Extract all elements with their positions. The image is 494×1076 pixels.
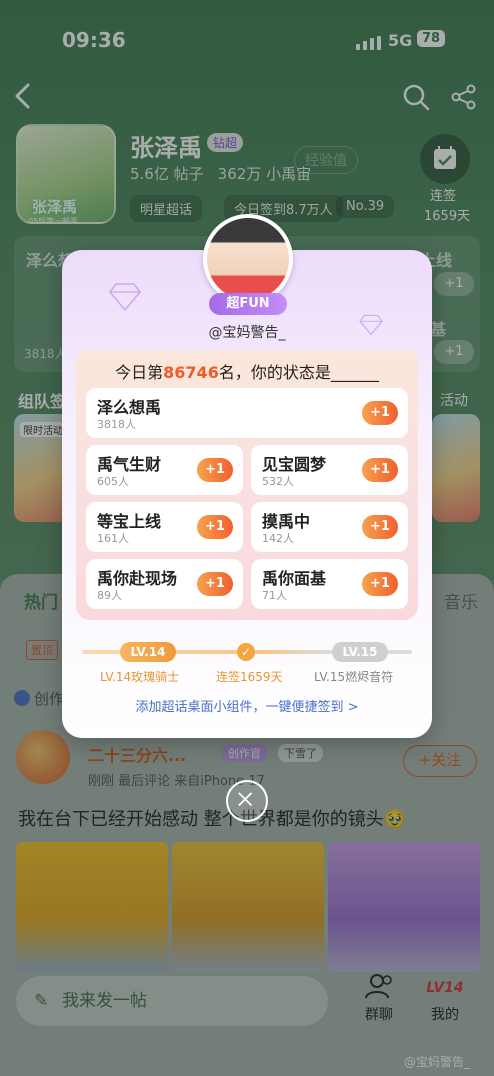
close-modal-button[interactable]: [226, 780, 268, 822]
add-widget-link[interactable]: 添加超话桌面小组件，一键便捷签到 >: [62, 696, 432, 715]
plus-one-button[interactable]: +1: [197, 458, 233, 482]
current-level-caption: LV.14玫瑰骑士: [100, 670, 180, 684]
plus-one-button[interactable]: +1: [362, 515, 398, 539]
user-avatar: [203, 214, 293, 304]
next-level-pill: LV.15: [332, 642, 388, 662]
level-progress: LV.14 ✓ LV.15 LV.14玫瑰骑士 连签1659天 LV.15燃烬音…: [82, 642, 412, 702]
rank-number: 86746: [163, 363, 219, 382]
status-option-count: 532人: [262, 475, 294, 488]
status-option[interactable]: 禹你赴现场 89人 +1: [86, 559, 243, 609]
streak-caption: 连签1659天: [216, 670, 283, 684]
plus-one-button[interactable]: +1: [197, 515, 233, 539]
gem-decoration-icon: [109, 283, 141, 312]
modal-username: @宝妈警告_: [208, 325, 286, 341]
status-option-count: 71人: [262, 589, 287, 602]
status-option-count: 89人: [97, 589, 122, 602]
status-panel: 今日第86746名，你的状态是______ 泽么想禹 3818人 +1 禹气生财…: [76, 350, 418, 620]
status-option[interactable]: 禹你面基 71人 +1: [251, 559, 408, 609]
checkin-modal: 超FUN @宝妈警告_ 今日第86746名，你的状态是______ 泽么想禹 3…: [62, 214, 432, 738]
status-option-count: 605人: [97, 475, 129, 488]
status-option-label: 禹气生财: [97, 455, 162, 474]
check-icon: ✓: [237, 643, 255, 661]
prompt-suffix: 名，你的状态是______: [218, 363, 379, 382]
status-prompt: 今日第86746名，你的状态是______: [76, 359, 418, 383]
status-option-count: 161人: [97, 532, 129, 545]
status-option-label: 摸禹中: [262, 512, 311, 531]
plus-one-button[interactable]: +1: [362, 572, 398, 596]
plus-one-button[interactable]: +1: [362, 401, 398, 425]
fun-badge: 超FUN: [209, 293, 287, 315]
status-option[interactable]: 泽么想禹 3818人 +1: [86, 388, 408, 438]
current-level-pill: LV.14: [120, 642, 176, 662]
status-option[interactable]: 等宝上线 161人 +1: [86, 502, 243, 552]
plus-one-button[interactable]: +1: [197, 572, 233, 596]
status-option[interactable]: 摸禹中 142人 +1: [251, 502, 408, 552]
status-option[interactable]: 见宝圆梦 532人 +1: [251, 445, 408, 495]
status-option-label: 见宝圆梦: [262, 455, 327, 474]
status-option[interactable]: 禹气生财 605人 +1: [86, 445, 243, 495]
prompt-prefix: 今日第: [115, 363, 164, 382]
status-option-label: 禹你赴现场: [97, 569, 178, 588]
status-option-count: 3818人: [97, 418, 136, 431]
status-option-label: 等宝上线: [97, 512, 162, 531]
next-level-caption: LV.15燃烬音符: [314, 670, 394, 684]
status-option-label: 泽么想禹: [97, 398, 162, 417]
plus-one-button[interactable]: +1: [362, 458, 398, 482]
close-icon: [238, 792, 253, 807]
status-option-count: 142人: [262, 532, 294, 545]
status-option-label: 禹你面基: [262, 569, 327, 588]
